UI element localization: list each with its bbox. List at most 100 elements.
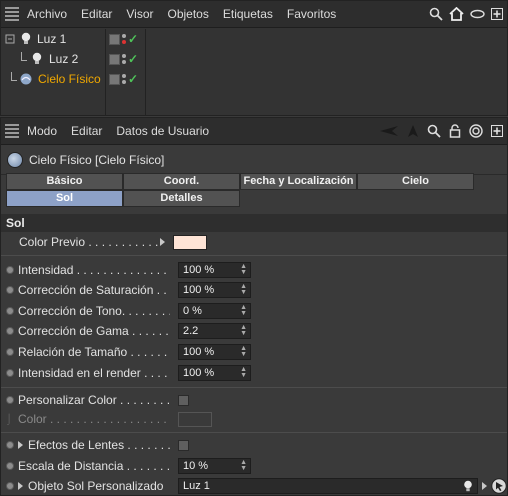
menu-editar-am[interactable]: Editar (71, 124, 102, 138)
animate-dot-icon[interactable] (6, 396, 14, 404)
attribute-manager: Modo Editar Datos de Usuario Cielo Físic… (0, 117, 508, 496)
tree-item-cielo-fisico[interactable]: Cielo Físico (1, 69, 105, 89)
intensidad-row: Intensidad . . . . . . . . . . . . . . .… (1, 260, 507, 280)
relacion-tamano-label: Relación de Tamaño . . . . . . . . (18, 345, 170, 359)
tab-cielo[interactable]: Cielo (357, 173, 474, 190)
spinner-icon[interactable]: ▲ ▼ (240, 304, 247, 317)
menu-datos-usuario[interactable]: Datos de Usuario (116, 124, 209, 138)
color-label: Color . . . . . . . . . . . . . . . . . … (18, 412, 167, 426)
visibility-dots[interactable] (122, 54, 126, 64)
spinner-icon[interactable]: ▲ ▼ (240, 324, 247, 337)
animate-dot-icon[interactable] (6, 482, 14, 490)
object-manager: Archivo Editar Visor Objetos Etiquetas F… (0, 0, 508, 116)
lock-icon[interactable] (449, 124, 461, 138)
layer-swatch[interactable] (109, 33, 120, 45)
animate-dot-icon[interactable] (6, 327, 14, 335)
menu-favoritos[interactable]: Favoritos (287, 7, 336, 21)
menu-etiquetas[interactable]: Etiquetas (223, 7, 273, 21)
new-panel-icon[interactable] (491, 125, 503, 137)
correccion-gama-row: Corrección de Gama . . . . . . . . 2.2 ▲ ▼ (1, 321, 507, 341)
visibility-dots[interactable] (122, 34, 126, 44)
enabled-check-icon[interactable]: ✓ (128, 52, 138, 66)
escala-distancia-field[interactable]: 10 % ▲ ▼ (178, 458, 251, 474)
tab-basico[interactable]: Básico (6, 173, 123, 190)
spinner-icon[interactable]: ▲ ▼ (240, 345, 247, 358)
back-arrow-icon[interactable] (379, 125, 399, 137)
eye-icon[interactable] (470, 9, 485, 19)
panel-grip-icon[interactable] (5, 124, 19, 138)
up-arrow-icon[interactable] (407, 124, 419, 138)
tree-item-luz-1[interactable]: Luz 1 (1, 29, 105, 49)
tree-item-luz-2[interactable]: Luz 2 (1, 49, 105, 69)
animate-dot-icon[interactable] (6, 369, 14, 377)
expand-triangle-icon[interactable] (160, 238, 165, 246)
personalizar-color-checkbox[interactable] (178, 394, 189, 406)
correccion-tono-field[interactable]: 0 % ▲ ▼ (178, 303, 251, 319)
tag-row-luz-1: ✓ (106, 29, 145, 49)
relacion-tamano-field[interactable]: 100 % ▲ ▼ (178, 344, 251, 360)
visibility-dots[interactable] (122, 74, 126, 84)
pick-object-icon[interactable] (491, 478, 507, 494)
tab-fecha-localizacion[interactable]: Fecha y Localización (240, 173, 357, 190)
tab-sol[interactable]: Sol (6, 190, 123, 207)
spinner-icon[interactable]: ▲ ▼ (240, 366, 247, 379)
animate-dot-icon[interactable] (6, 348, 14, 356)
color-swatch-disabled (178, 411, 212, 427)
animate-dot-icon[interactable] (6, 286, 14, 294)
tag-row-cielo-fisico: ✓ (106, 69, 145, 89)
home-icon[interactable] (449, 7, 464, 21)
new-panel-icon[interactable] (491, 8, 503, 20)
layer-swatch[interactable] (109, 73, 120, 85)
tab-coord[interactable]: Coord. (123, 173, 240, 190)
menu-objetos[interactable]: Objetos (168, 7, 209, 21)
intensidad-render-value: 100 % (183, 367, 215, 379)
intensidad-field[interactable]: 100 % ▲ ▼ (178, 262, 251, 278)
target-icon[interactable] (469, 124, 483, 138)
intensidad-render-field[interactable]: 100 % ▲ ▼ (178, 365, 251, 381)
tree-connector (11, 71, 17, 81)
menu-archivo[interactable]: Archivo (27, 7, 67, 21)
tab-detalles[interactable]: Detalles (123, 190, 240, 207)
spinner-icon[interactable]: ▲ ▼ (240, 283, 247, 296)
correccion-saturacion-row: Corrección de Saturación . . . . . . 100… (1, 280, 507, 300)
animate-dot-icon[interactable] (6, 266, 14, 274)
enabled-check-icon[interactable]: ✓ (128, 32, 138, 46)
efectos-lentes-checkbox[interactable] (178, 439, 189, 451)
objeto-sol-link-field[interactable]: Luz 1 (178, 478, 478, 494)
spinner-icon[interactable]: ▲ ▼ (240, 263, 247, 276)
disabled-marker-icon: ⌡ (6, 413, 13, 425)
panel-grip-icon[interactable] (5, 7, 19, 21)
expand-triangle-icon[interactable] (18, 482, 23, 490)
menu-modo[interactable]: Modo (27, 124, 57, 138)
objeto-sol-row: Objeto Sol Personalizado Luz 1 (1, 476, 507, 496)
menu-editar[interactable]: Editar (81, 7, 112, 21)
escala-distancia-label: Escala de Distancia . . . . . . . . . (18, 459, 170, 473)
expand-triangle-icon[interactable] (18, 441, 23, 449)
correccion-tono-value: 0 % (183, 305, 202, 317)
light-bulb-icon (464, 480, 472, 492)
escala-distancia-row: Escala de Distancia . . . . . . . . . 10… (1, 456, 507, 476)
animate-dot-icon[interactable] (6, 441, 14, 449)
correccion-saturacion-field[interactable]: 100 % ▲ ▼ (178, 282, 251, 298)
attribute-manager-toolbar (379, 124, 503, 138)
menu-visor[interactable]: Visor (126, 7, 153, 21)
relacion-tamano-row: Relación de Tamaño . . . . . . . . 100 %… (1, 342, 507, 362)
link-menu-triangle-icon[interactable] (482, 482, 487, 490)
color-previo-swatch[interactable] (173, 234, 207, 250)
correccion-gama-field[interactable]: 2.2 ▲ ▼ (178, 323, 251, 339)
objeto-sol-label: Objeto Sol Personalizado (28, 479, 164, 493)
spinner-icon[interactable]: ▲ ▼ (240, 459, 247, 472)
correccion-gama-value: 2.2 (183, 325, 199, 337)
correccion-gama-label: Corrección de Gama . . . . . . . . (18, 324, 170, 338)
color-row: ⌡ Color . . . . . . . . . . . . . . . . … (1, 409, 507, 429)
search-icon[interactable] (427, 124, 441, 138)
sky-sphere-icon (7, 151, 23, 168)
enabled-check-icon[interactable]: ✓ (128, 72, 138, 86)
layer-swatch[interactable] (109, 53, 120, 65)
animate-dot-icon[interactable] (6, 307, 14, 315)
search-icon[interactable] (429, 7, 443, 21)
personalizar-color-row: Personalizar Color . . . . . . . . . . (1, 390, 507, 410)
object-tree: Luz 1 Luz 2 Cielo Físico (1, 29, 106, 115)
animate-dot-icon[interactable] (6, 462, 14, 470)
efectos-lentes-row: Efectos de Lentes . . . . . . . (1, 435, 507, 455)
